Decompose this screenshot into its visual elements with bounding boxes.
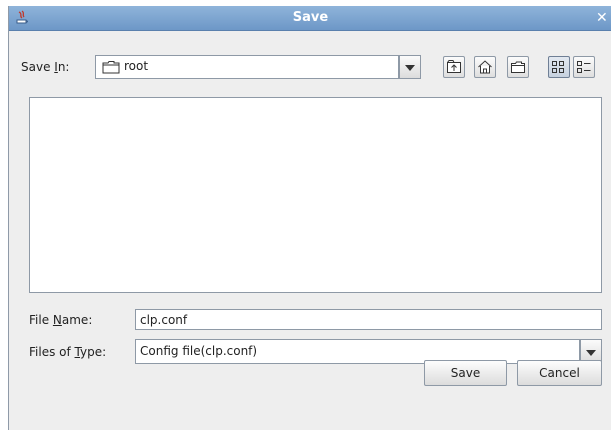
home-icon bbox=[478, 60, 492, 74]
save-in-value: root bbox=[124, 59, 149, 73]
save-dialog: Save ✕ Save In: root File Name: clp.conf… bbox=[8, 6, 611, 430]
details-view-button[interactable] bbox=[573, 56, 595, 78]
folder-up-icon bbox=[447, 60, 461, 73]
save-in-combo[interactable]: root bbox=[95, 55, 399, 79]
home-button[interactable] bbox=[474, 56, 496, 78]
list-view-button[interactable] bbox=[548, 56, 570, 78]
file-name-input[interactable] bbox=[135, 309, 602, 330]
chevron-down-icon bbox=[405, 65, 415, 71]
up-one-level-button[interactable] bbox=[443, 56, 465, 78]
new-folder-icon bbox=[511, 61, 525, 73]
file-type-combo[interactable]: Config file(clp.conf) bbox=[135, 339, 580, 364]
save-in-label: Save In: bbox=[21, 60, 70, 74]
save-button[interactable]: Save bbox=[424, 360, 507, 386]
file-type-label: Files of Type: bbox=[29, 345, 107, 359]
file-list[interactable] bbox=[29, 97, 602, 293]
details-view-icon bbox=[577, 61, 591, 73]
folder-icon bbox=[102, 60, 120, 77]
file-type-value: Config file(clp.conf) bbox=[140, 344, 258, 358]
window-title: Save bbox=[292, 10, 329, 25]
save-in-dropdown-arrow[interactable] bbox=[399, 55, 421, 79]
chevron-down-icon bbox=[586, 349, 596, 356]
close-icon[interactable]: ✕ bbox=[596, 9, 611, 27]
title-bar[interactable]: Save ✕ bbox=[9, 6, 611, 31]
cancel-button[interactable]: Cancel bbox=[517, 360, 602, 386]
new-folder-button[interactable] bbox=[507, 56, 529, 78]
file-name-label: File Name: bbox=[29, 313, 93, 327]
list-view-icon bbox=[552, 61, 564, 73]
